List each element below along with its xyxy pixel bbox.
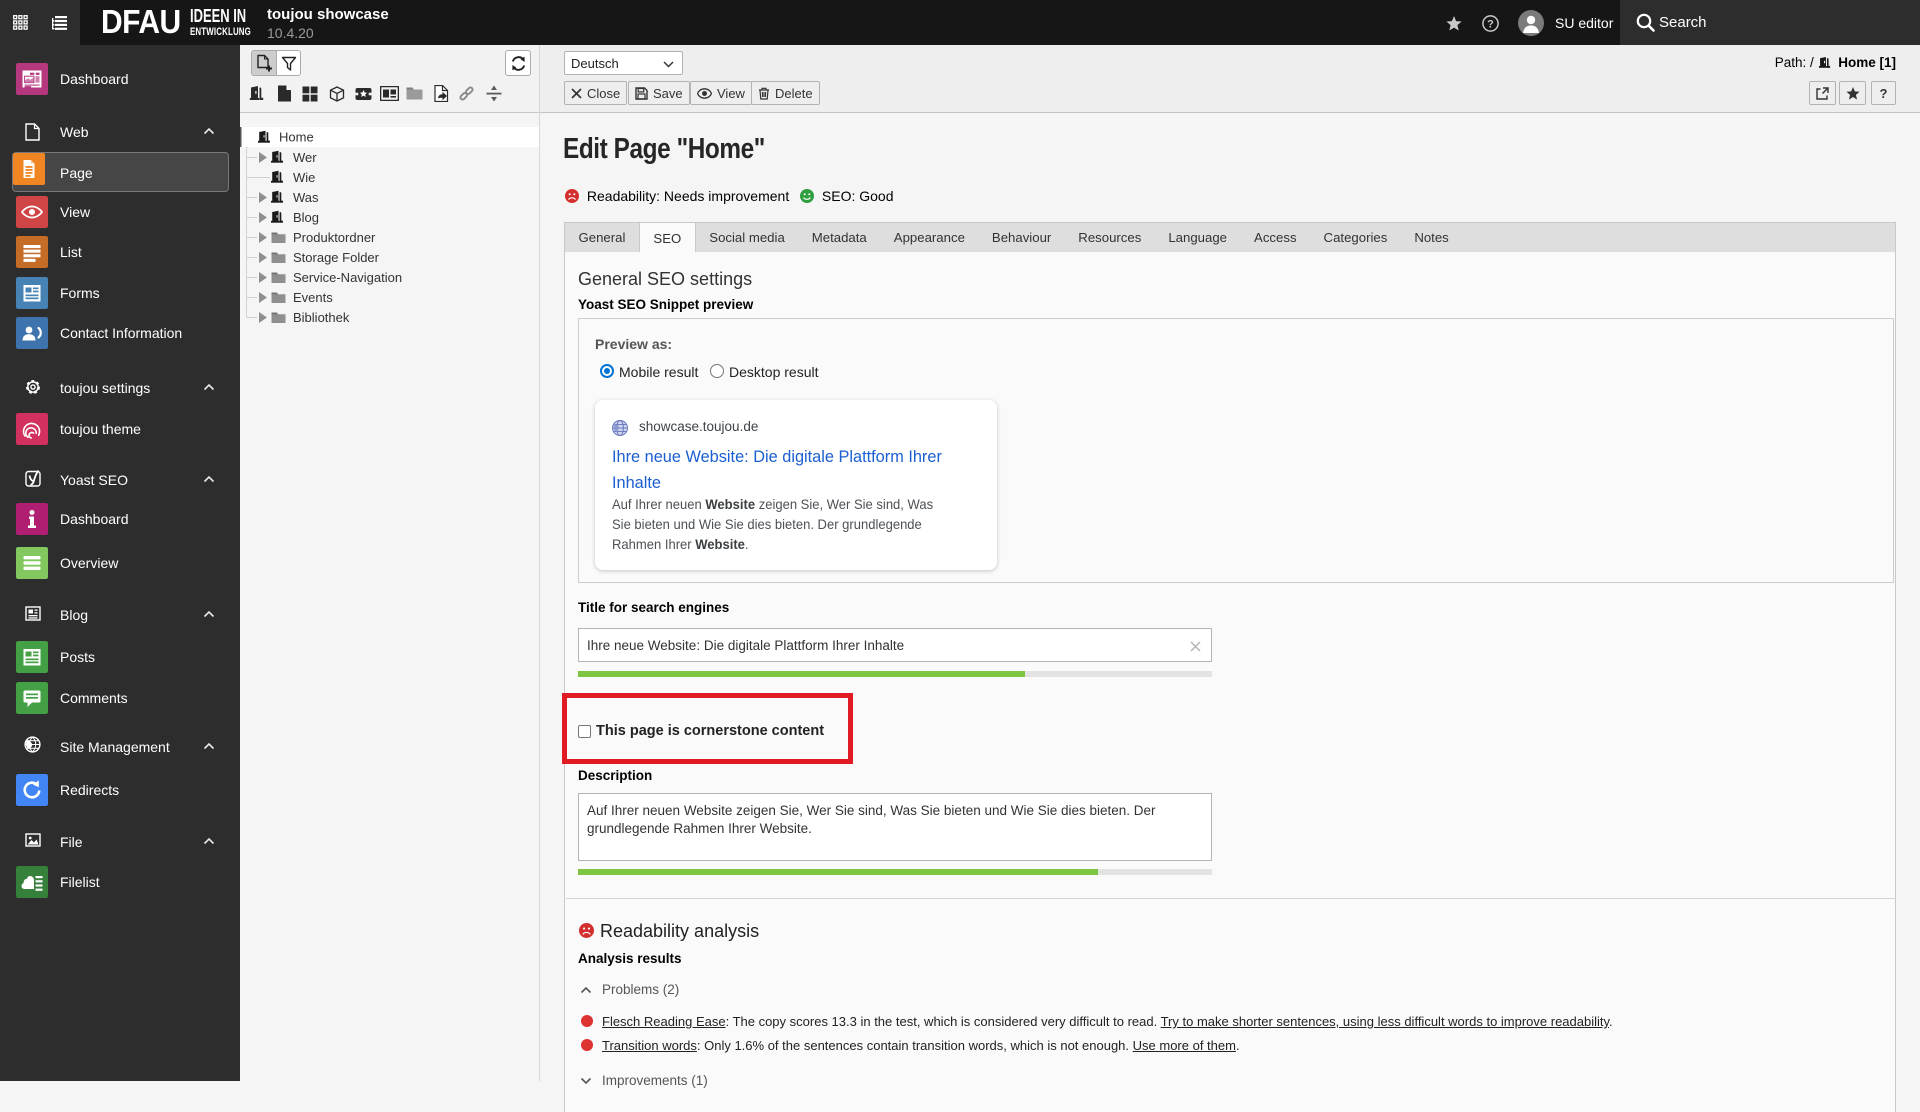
svg-text:Service-Navigation: Service-Navigation	[293, 270, 402, 285]
svg-text:Produktordner: Produktordner	[293, 230, 376, 245]
svg-text:Was: Was	[293, 190, 319, 205]
svg-text:Blog: Blog	[293, 210, 319, 225]
svg-text:?: ?	[1487, 18, 1494, 30]
svg-text:Home: Home	[279, 130, 314, 145]
svg-text:Wie: Wie	[293, 170, 315, 185]
svg-text:Storage Folder: Storage Folder	[293, 250, 380, 265]
svg-text:Bibliothek: Bibliothek	[293, 310, 350, 325]
svg-text:Events: Events	[293, 290, 333, 305]
svg-text:Wer: Wer	[293, 150, 317, 165]
